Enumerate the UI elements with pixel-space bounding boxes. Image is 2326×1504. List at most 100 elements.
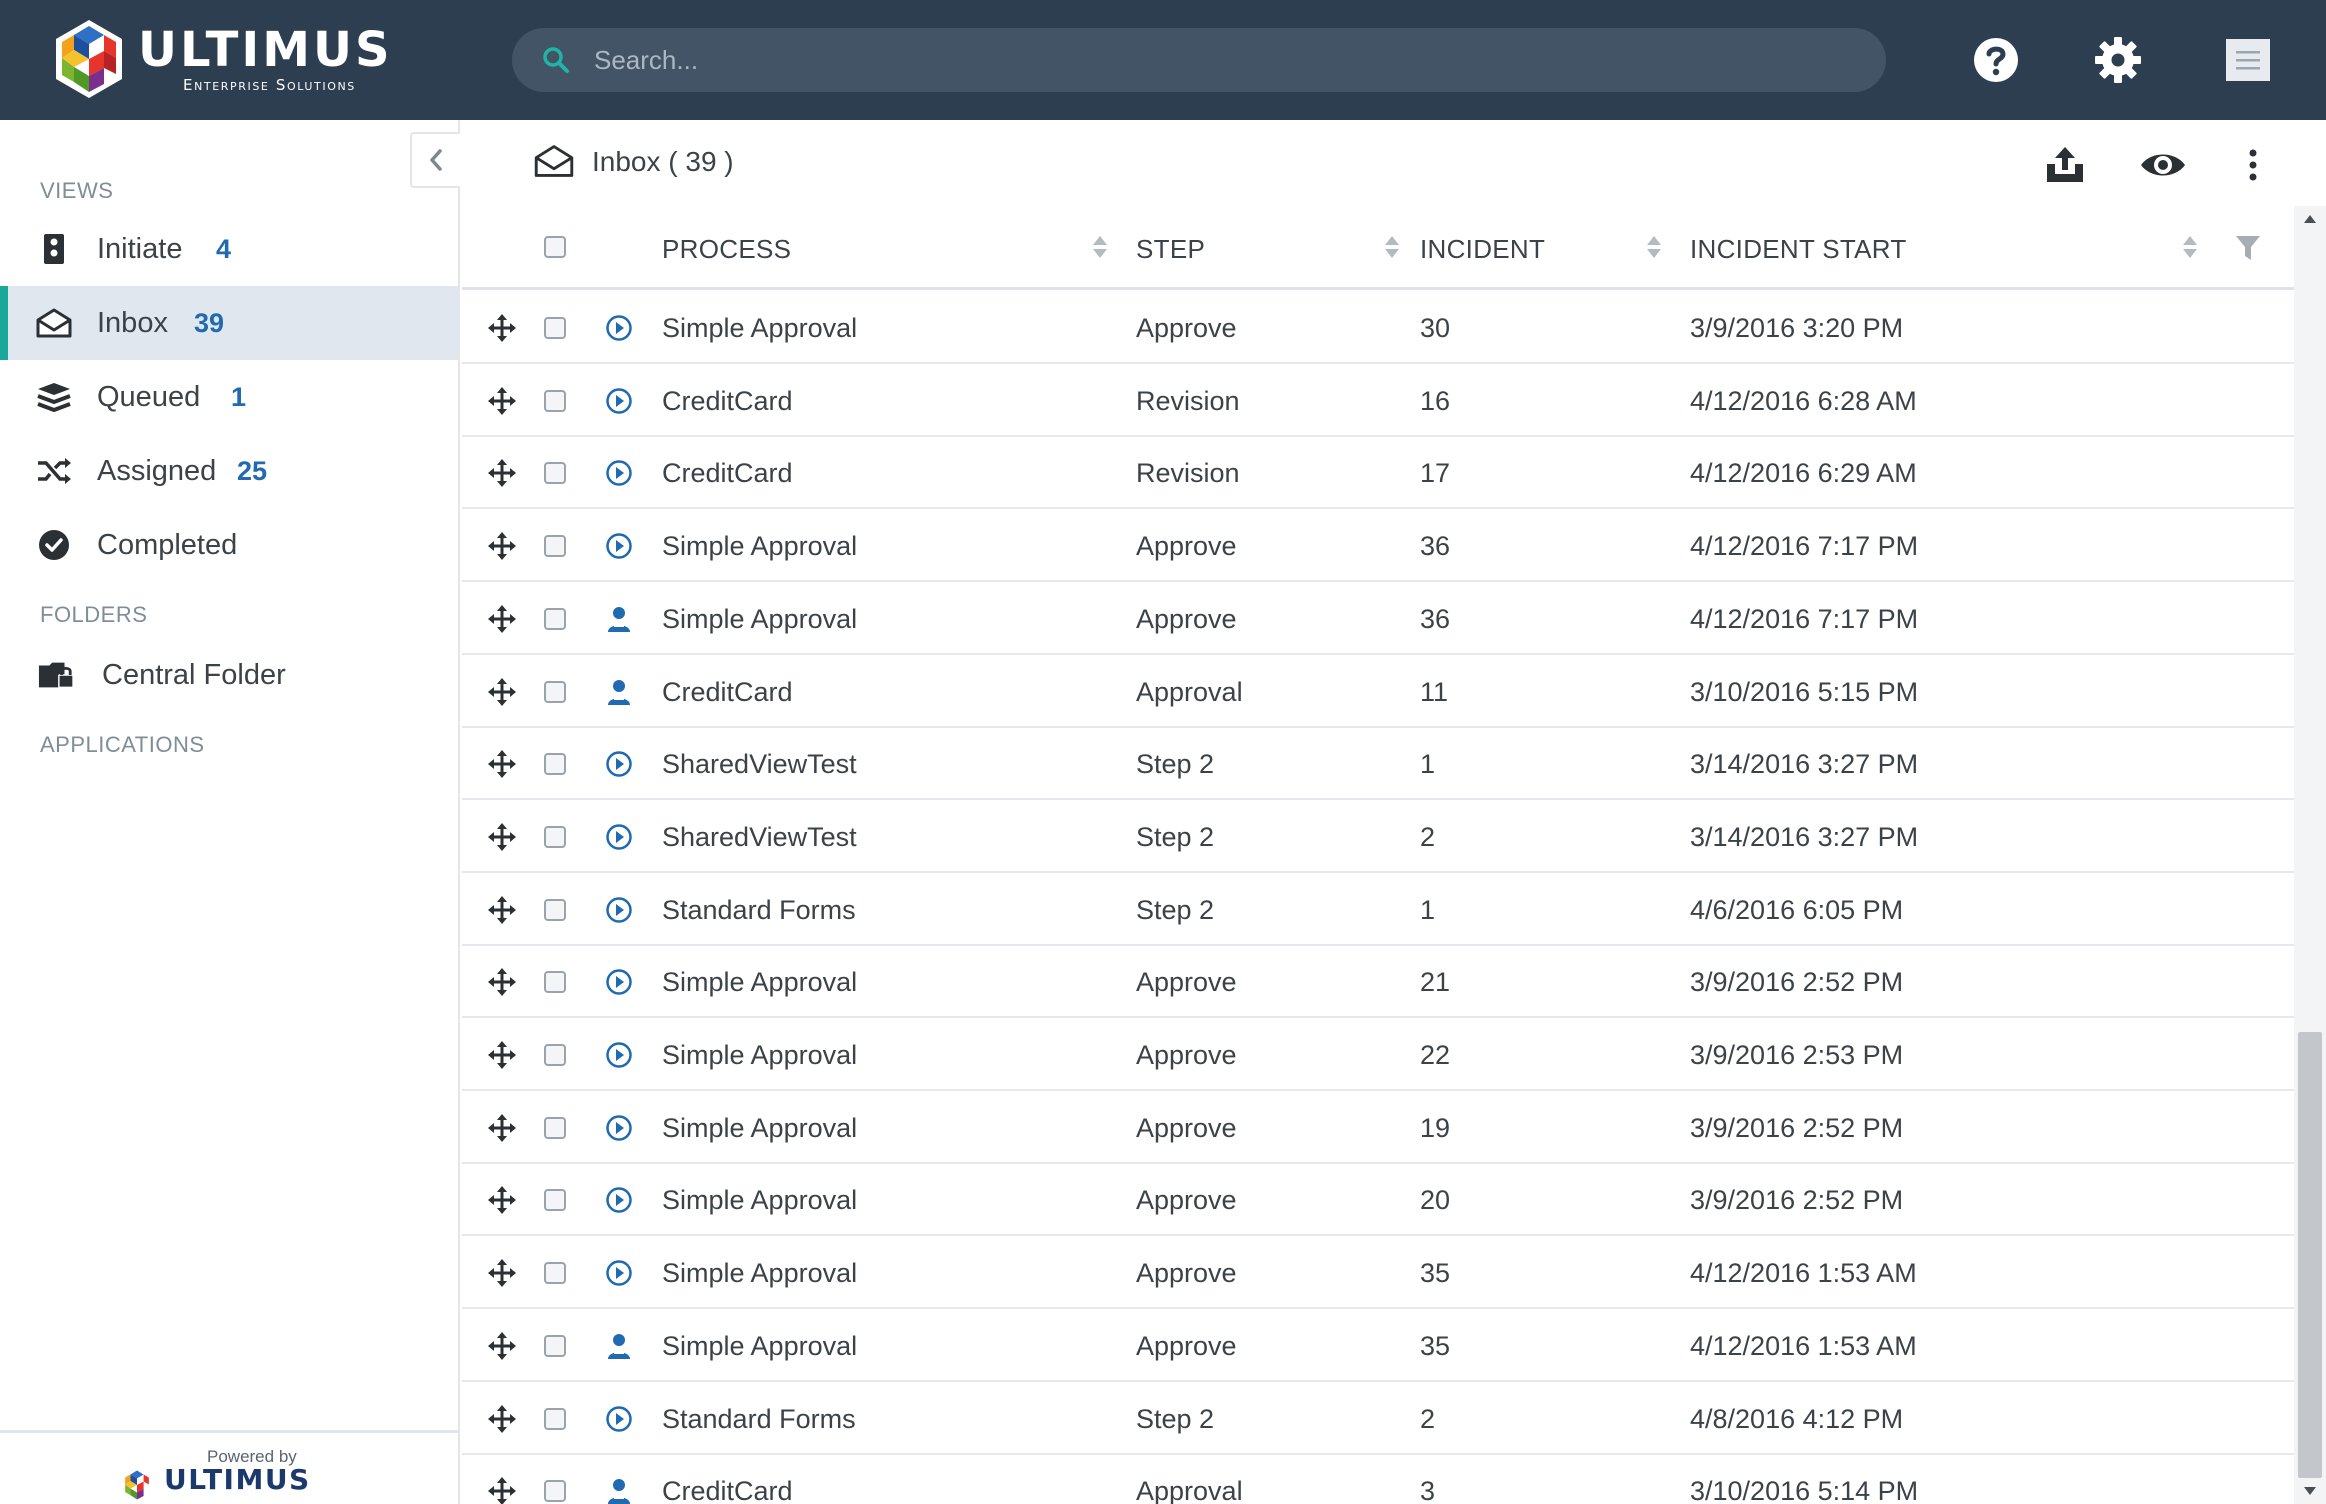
menu-button[interactable]	[2218, 30, 2278, 90]
drag-handle-icon[interactable]	[488, 1186, 516, 1215]
table-row[interactable]: Simple Approval Approve 22 3/9/2016 2:53 PM	[462, 1019, 2294, 1091]
sort-step-icon[interactable]	[1384, 234, 1400, 260]
play-circle-icon[interactable]	[605, 968, 633, 996]
play-circle-icon[interactable]	[605, 750, 633, 778]
sidebar-item-queued[interactable]: Queued 1	[0, 360, 458, 434]
user-task-icon[interactable]	[605, 1332, 633, 1360]
export-button[interactable]	[2040, 140, 2090, 190]
play-circle-icon[interactable]	[605, 459, 633, 487]
user-task-icon[interactable]	[605, 1477, 633, 1504]
table-row[interactable]: CreditCard Revision 17 4/12/2016 6:29 AM	[462, 437, 2294, 510]
drag-handle-icon[interactable]	[488, 604, 516, 633]
drag-handle-icon[interactable]	[488, 1331, 516, 1360]
drag-handle-icon[interactable]	[488, 1477, 516, 1504]
row-checkbox[interactable]	[544, 680, 566, 703]
table-row[interactable]: Simple Approval Approve 36 4/12/2016 7:17 P…	[462, 583, 2294, 655]
play-circle-icon[interactable]	[605, 1259, 633, 1287]
row-checkbox[interactable]	[544, 825, 566, 848]
table-row[interactable]: CreditCard Approval 3 3/10/2016 5:14 PM	[462, 1455, 2294, 1504]
view-preview-button[interactable]	[2138, 140, 2188, 190]
table-row[interactable]: Simple Approval Approve 20 3/9/2016 2:52 PM	[462, 1164, 2294, 1237]
row-checkbox[interactable]	[544, 1116, 566, 1139]
incident-start-cell: 4/12/2016 7:17 PM	[1690, 603, 1919, 634]
row-checkbox[interactable]	[544, 1189, 566, 1212]
column-header-incident-start[interactable]: INCIDENT START	[1690, 234, 1907, 265]
play-circle-icon[interactable]	[605, 387, 633, 415]
sidebar-item-assigned[interactable]: Assigned 25	[0, 434, 458, 508]
play-circle-icon[interactable]	[605, 1041, 633, 1069]
table-row[interactable]: CreditCard Revision 16 4/12/2016 6:28 AM	[462, 365, 2294, 437]
select-all-checkbox[interactable]	[544, 236, 566, 258]
drag-handle-icon[interactable]	[488, 822, 516, 851]
grid-scrollbar[interactable]	[2294, 206, 2326, 1504]
drag-handle-icon[interactable]	[488, 532, 516, 561]
column-header-step[interactable]: STEP	[1136, 234, 1205, 265]
row-checkbox[interactable]	[544, 753, 566, 776]
drag-handle-icon[interactable]	[488, 1041, 516, 1069]
table-row[interactable]: SharedViewTest Step 2 2 3/14/2016 3:27 PM	[462, 801, 2294, 873]
ultimus-logo[interactable]: ULTIMUS Enterprise Solutions	[52, 18, 412, 102]
more-options-button[interactable]	[2228, 140, 2278, 190]
sidebar-item-completed[interactable]: Completed	[0, 508, 458, 582]
row-checkbox[interactable]	[544, 971, 566, 994]
filter-icon[interactable]	[2234, 234, 2262, 262]
search-bar[interactable]	[512, 28, 1886, 92]
row-checkbox[interactable]	[544, 1044, 566, 1066]
row-checkbox[interactable]	[544, 1262, 566, 1285]
row-checkbox[interactable]	[544, 462, 566, 485]
sidebar-item-inbox[interactable]: Inbox 39	[0, 286, 458, 360]
drag-handle-icon[interactable]	[488, 314, 516, 342]
column-header-incident[interactable]: INCIDENT	[1420, 234, 1545, 265]
search-input[interactable]	[594, 40, 1854, 80]
column-header-process[interactable]: PROCESS	[662, 234, 791, 265]
user-task-icon[interactable]	[605, 605, 633, 633]
row-checkbox[interactable]	[544, 389, 566, 412]
scroll-up-arrow-icon[interactable]	[2303, 214, 2317, 224]
row-checkbox[interactable]	[544, 607, 566, 630]
row-checkbox[interactable]	[544, 1480, 566, 1503]
sidebar-item-initiate[interactable]: Initiate 4	[0, 212, 458, 286]
settings-button[interactable]	[2088, 30, 2148, 90]
drag-handle-icon[interactable]	[488, 386, 516, 415]
play-circle-icon[interactable]	[605, 896, 633, 924]
table-row[interactable]: Simple Approval Approve 19 3/9/2016 2:52 PM	[462, 1092, 2294, 1164]
drag-handle-icon[interactable]	[488, 459, 516, 488]
drag-handle-icon[interactable]	[488, 1113, 516, 1142]
help-button[interactable]	[1966, 30, 2026, 90]
row-checkbox[interactable]	[544, 1407, 566, 1430]
incident-start-cell: 3/9/2016 2:52 PM	[1690, 967, 1904, 998]
scrollbar-thumb[interactable]	[2298, 1032, 2322, 1478]
play-circle-icon[interactable]	[605, 1186, 633, 1214]
drag-handle-icon[interactable]	[488, 968, 516, 997]
sort-incident-icon[interactable]	[1646, 234, 1662, 260]
row-checkbox[interactable]	[544, 317, 566, 339]
drag-handle-icon[interactable]	[488, 677, 516, 706]
play-circle-icon[interactable]	[605, 1405, 633, 1433]
table-row[interactable]: Simple Approval Approve 30 3/9/2016 3:20 PM	[462, 292, 2294, 364]
row-checkbox[interactable]	[544, 1334, 566, 1357]
drag-handle-icon[interactable]	[488, 750, 516, 779]
play-circle-icon[interactable]	[605, 1114, 633, 1142]
table-row[interactable]: Simple Approval Approve 35 4/12/2016 1:53 A…	[462, 1237, 2294, 1310]
table-row[interactable]: Simple Approval Approve 35 4/12/2016 1:53 A…	[462, 1310, 2294, 1382]
table-row[interactable]: SharedViewTest Step 2 1 3/14/2016 3:27 PM	[462, 728, 2294, 801]
scroll-down-arrow-icon[interactable]	[2303, 1486, 2317, 1496]
user-task-icon[interactable]	[605, 678, 633, 706]
sort-process-icon[interactable]	[1092, 234, 1108, 260]
play-circle-icon[interactable]	[605, 314, 633, 342]
sidebar-item-central-folder[interactable]: Central Folder	[0, 638, 458, 712]
row-checkbox[interactable]	[544, 898, 566, 921]
drag-handle-icon[interactable]	[488, 1259, 516, 1288]
sort-incident-start-icon[interactable]	[2182, 234, 2198, 260]
table-row[interactable]: Simple Approval Approve 36 4/12/2016 7:17 P…	[462, 510, 2294, 583]
table-row[interactable]: Standard Forms Step 2 1 4/6/2016 6:05 PM	[462, 874, 2294, 946]
drag-handle-icon[interactable]	[488, 1404, 516, 1433]
play-circle-icon[interactable]	[605, 823, 633, 851]
row-checkbox[interactable]	[544, 535, 566, 558]
collapse-sidebar-button[interactable]	[410, 132, 460, 188]
table-row[interactable]: Standard Forms Step 2 2 4/8/2016 4:12 PM	[462, 1383, 2294, 1455]
table-row[interactable]: CreditCard Approval 11 3/10/2016 5:15 PM	[462, 656, 2294, 728]
table-row[interactable]: Simple Approval Approve 21 3/9/2016 2:52 PM	[462, 946, 2294, 1019]
drag-handle-icon[interactable]	[488, 895, 516, 924]
play-circle-icon[interactable]	[605, 532, 633, 560]
